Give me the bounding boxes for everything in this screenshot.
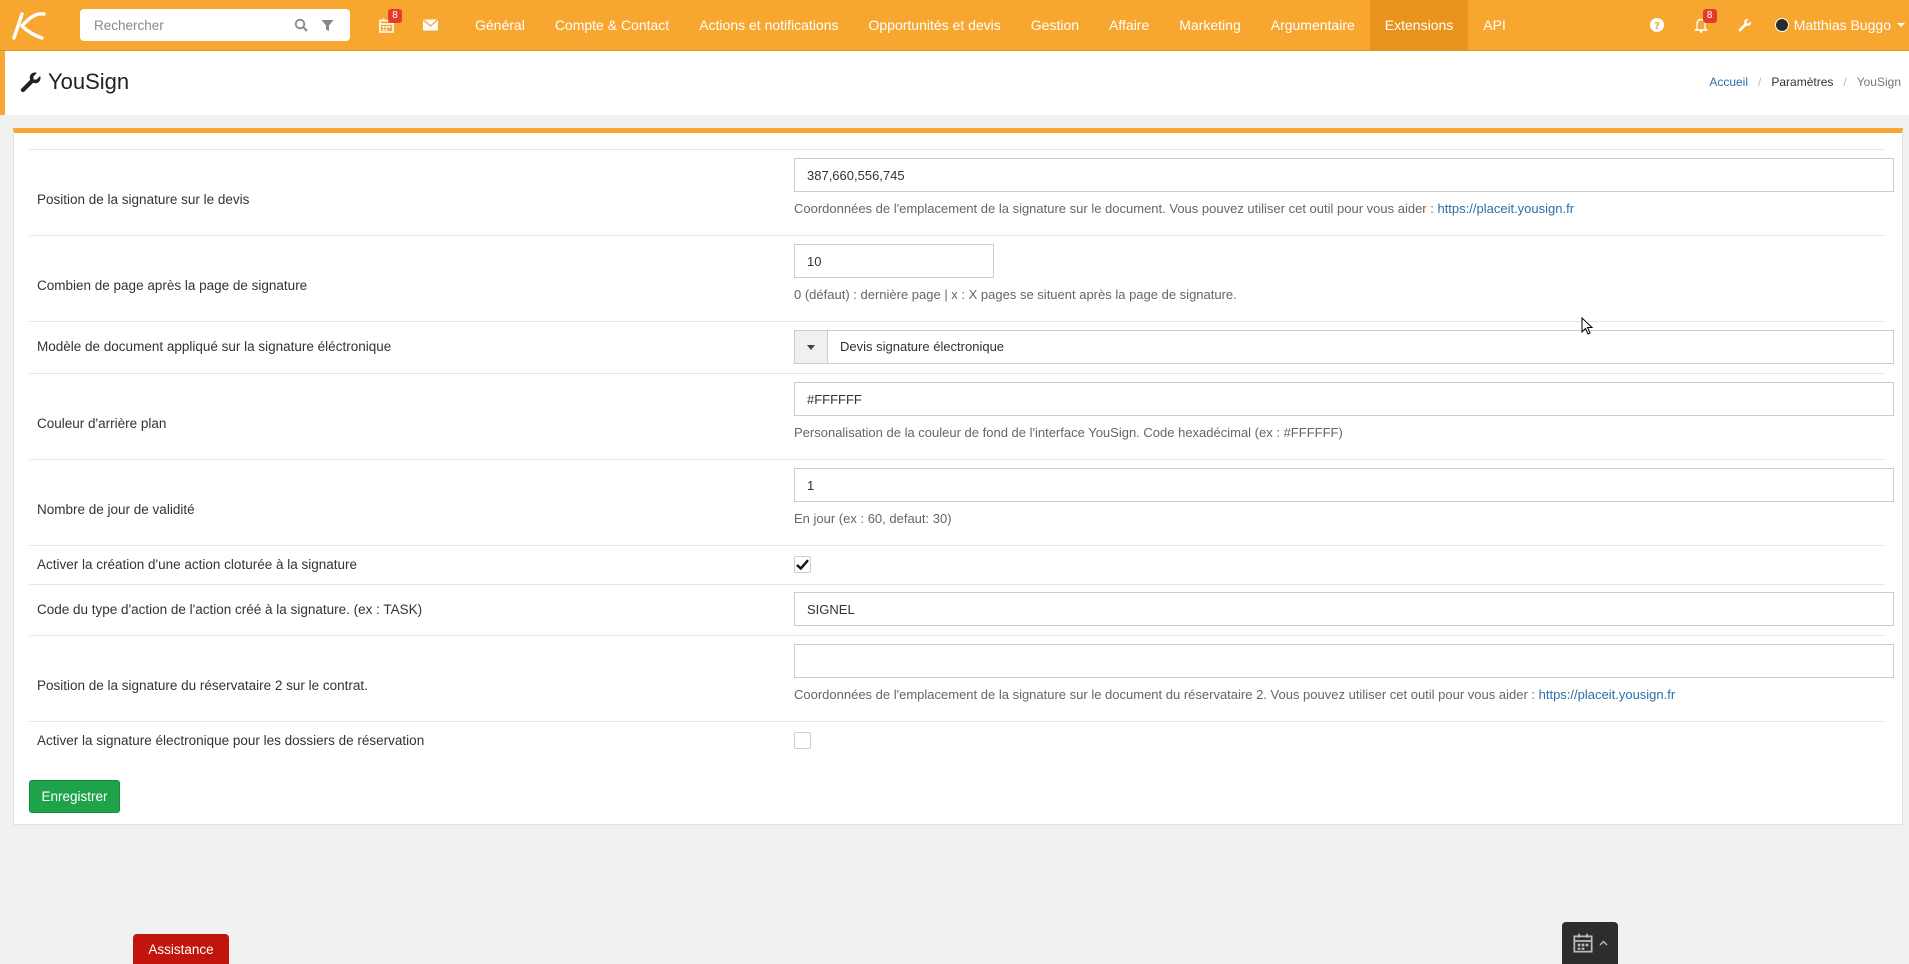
nav-extensions[interactable]: Extensions (1369, 0, 1469, 50)
placeit-link[interactable]: https://placeit.yousign.fr (1539, 687, 1676, 702)
chevron-up-icon (1599, 940, 1607, 946)
setting-label: Modèle de document appliqué sur la signa… (37, 339, 392, 354)
top-navbar: 8 Général Compte & Contact Actions et no… (0, 0, 1909, 51)
calendar-nav[interactable]: 8 (364, 0, 408, 50)
breadcrumb-settings[interactable]: Paramètres (1771, 75, 1833, 89)
help-text: Coordonnées de l'emplacement de la signa… (794, 687, 1539, 702)
setting-label: Combien de page après la page de signatu… (37, 278, 308, 293)
help-nav[interactable]: ? (1635, 0, 1679, 50)
save-button[interactable]: Enregistrer (29, 780, 120, 813)
page-header: YouSign Accueil / Paramètres / YouSign (0, 51, 1909, 115)
breadcrumb-separator: / (1843, 75, 1847, 89)
setting-row-document-template: Modèle de document appliqué sur la signa… (29, 321, 1894, 373)
setting-label: Couleur d'arrière plan (37, 416, 167, 431)
validity-days-input[interactable] (794, 468, 1894, 502)
search-box (80, 9, 350, 41)
nav-api[interactable]: API (1468, 0, 1521, 50)
envelope-icon (422, 19, 438, 31)
settings-nav[interactable] (1723, 0, 1767, 50)
nav-opportunites-devis[interactable]: Opportunités et devis (854, 0, 1016, 50)
setting-help: Coordonnées de l'emplacement de la signa… (794, 687, 1894, 702)
avatar (1774, 18, 1789, 32)
caret-down-icon (807, 344, 815, 350)
user-menu[interactable]: Matthias Buggo (1767, 17, 1909, 33)
calendar-widget[interactable] (1562, 922, 1618, 964)
setting-row-validity-days: Nombre de jour de validité En jour (ex :… (29, 459, 1894, 545)
setting-row-reservataire-signature-position: Position de la signature du réservataire… (29, 635, 1894, 721)
svg-text:?: ? (1654, 21, 1660, 32)
nav-argumentaire[interactable]: Argumentaire (1256, 0, 1370, 50)
setting-help: 0 (défaut) : dernière page | x : X pages… (794, 287, 1237, 302)
setting-row-pages-after-signature: Combien de page après la page de signatu… (29, 235, 1885, 321)
reservation-esignature-checkbox[interactable] (794, 732, 811, 749)
signature-position-input[interactable] (794, 158, 1894, 192)
background-color-input[interactable] (794, 382, 1894, 416)
filter-icon[interactable] (314, 19, 340, 32)
setting-row-signature-position: Position de la signature sur le devis Co… (29, 149, 1894, 235)
setting-label: Activer la création d'une action cloturé… (37, 557, 358, 572)
breadcrumb-current: YouSign (1856, 75, 1901, 89)
dropdown-toggle[interactable] (795, 331, 828, 363)
placeit-link[interactable]: https://placeit.yousign.fr (1437, 201, 1574, 216)
calendar-icon (1572, 933, 1593, 953)
wrench-icon (20, 72, 41, 93)
notifications-nav[interactable]: 8 (1679, 0, 1723, 50)
user-name: Matthias Buggo (1793, 17, 1891, 33)
setting-label: Position de la signature sur le devis (37, 192, 250, 207)
reservataire-position-input[interactable] (794, 644, 1894, 678)
check-icon (796, 559, 809, 570)
assistance-button[interactable]: Assistance (133, 934, 229, 964)
logo-icon (12, 12, 46, 40)
select-value: Devis signature électronique (840, 339, 1005, 354)
action-type-code-input[interactable] (794, 592, 1894, 626)
help-icon: ? (1649, 18, 1664, 32)
nav-gestion[interactable]: Gestion (1016, 0, 1094, 50)
mouse-cursor-icon (1581, 317, 1593, 335)
search-icon[interactable] (288, 18, 314, 32)
nav-compte-contact[interactable]: Compte & Contact (540, 0, 684, 50)
calendar-badge: 8 (388, 9, 402, 23)
setting-row-background-color: Couleur d'arrière plan Personalisation d… (29, 373, 1894, 459)
page-title-text: YouSign (48, 69, 130, 94)
setting-row-action-type-code: Code du type d'action de l'action créé à… (29, 584, 1894, 635)
notifications-badge: 8 (1702, 9, 1717, 23)
setting-row-create-closed-action: Activer la création d'une action cloturé… (29, 545, 1885, 584)
create-action-checkbox[interactable] (794, 556, 811, 573)
setting-help: Personalisation de la couleur de fond de… (794, 425, 1343, 440)
chevron-down-icon (1897, 23, 1905, 27)
setting-help: Coordonnées de l'emplacement de la signa… (794, 201, 1894, 216)
setting-label: Code du type d'action de l'action créé à… (37, 602, 423, 617)
search-input[interactable] (92, 16, 288, 34)
app-logo[interactable] (0, 0, 56, 50)
document-template-select[interactable]: Devis signature électronique (794, 330, 1894, 364)
help-text: Coordonnées de l'emplacement de la signa… (794, 201, 1438, 216)
nav-marketing[interactable]: Marketing (1164, 0, 1255, 50)
setting-label: Nombre de jour de validité (37, 502, 195, 517)
nav-affaire[interactable]: Affaire (1094, 0, 1164, 50)
setting-row-reservation-esignature: Activer la signature électronique pour l… (29, 721, 1885, 760)
breadcrumb-separator: / (1758, 75, 1762, 89)
setting-help: En jour (ex : 60, defaut: 30) (794, 511, 952, 526)
breadcrumb: Accueil / Paramètres / YouSign (1709, 75, 1901, 89)
wrench-icon (1738, 18, 1751, 32)
settings-panel: Position de la signature sur le devis Co… (13, 128, 1903, 825)
main-nav: Général Compte & Contact Actions et noti… (460, 0, 1521, 50)
nav-general[interactable]: Général (460, 0, 540, 50)
breadcrumb-home[interactable]: Accueil (1709, 75, 1748, 89)
nav-actions-notifications[interactable]: Actions et notifications (684, 0, 853, 50)
pages-after-input[interactable] (794, 244, 994, 278)
setting-label: Activer la signature électronique pour l… (37, 733, 425, 748)
page-title: YouSign (20, 69, 129, 95)
topbar-right-tools: ? 8 Matthias Buggo (1635, 0, 1909, 50)
mail-nav[interactable] (408, 0, 452, 50)
setting-label: Position de la signature du réservataire… (37, 678, 368, 693)
